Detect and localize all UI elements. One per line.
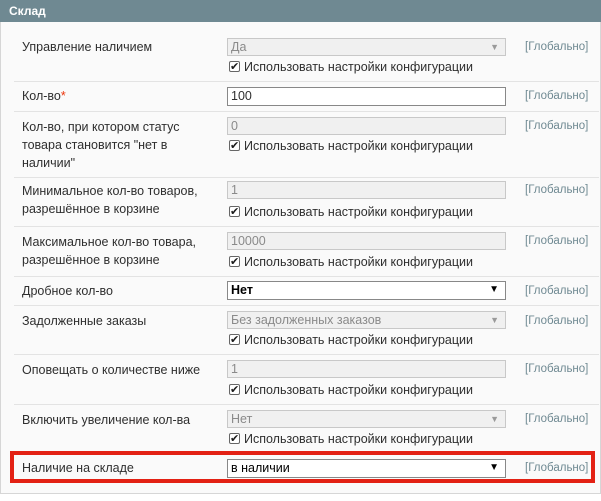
qty-label: Кол-во*	[22, 87, 212, 105]
chevron-down-icon: ▼	[490, 315, 499, 325]
qty-increments-value: Нет	[231, 412, 253, 426]
manage-stock-label: Управление наличием	[22, 40, 153, 54]
use-config-label: Использовать настройки конфигурации	[244, 383, 473, 397]
out-of-stock-threshold-scope: [Глобально]	[525, 120, 589, 132]
notify-qty-label: Оповещать о количестве ниже	[22, 363, 201, 377]
checkbox-checked-icon[interactable]	[229, 431, 240, 447]
use-config-label: Использовать настройки конфигурации	[244, 255, 473, 269]
stock-status-select[interactable]: в наличии ▼	[227, 459, 506, 478]
qty-scope: [Глобально]	[525, 90, 589, 102]
checkbox-checked-icon[interactable]	[229, 138, 240, 154]
backorders-value: Без задолженных заказов	[231, 313, 382, 327]
chevron-down-icon: ▼	[489, 284, 499, 295]
max-sale-qty-scope: [Глобально]	[525, 235, 589, 247]
notify-qty-use-config[interactable]: Использовать настройки конфигурации	[229, 382, 473, 398]
qty-increments-use-config[interactable]: Использовать настройки конфигурации	[229, 431, 473, 447]
chevron-down-icon: ▼	[489, 462, 499, 473]
min-sale-qty-input[interactable]: 1	[227, 181, 506, 199]
divider	[14, 226, 599, 227]
required-mark: *	[60, 89, 66, 103]
divider	[14, 111, 599, 112]
divider	[14, 404, 599, 405]
out-of-stock-threshold-use-config[interactable]: Использовать настройки конфигурации	[229, 138, 473, 154]
qty-label-text: Кол-во	[22, 89, 61, 103]
checkbox-checked-icon[interactable]	[229, 59, 240, 75]
qty-decimal-scope: [Глобально]	[525, 285, 589, 297]
use-config-label: Использовать настройки конфигурации	[244, 139, 473, 153]
use-config-label: Использовать настройки конфигурации	[244, 60, 473, 74]
checkbox-checked-icon[interactable]	[229, 204, 240, 220]
checkbox-checked-icon[interactable]	[229, 382, 240, 398]
max-sale-qty-value: 10000	[231, 234, 266, 248]
checkbox-checked-icon[interactable]	[229, 254, 240, 270]
manage-stock-scope: [Глобально]	[525, 41, 589, 53]
max-sale-qty-input[interactable]: 10000	[227, 232, 506, 250]
qty-increments-label: Включить увеличение кол-ва	[22, 413, 191, 427]
stock-status-value: в наличии	[231, 461, 290, 475]
manage-stock-value: Да	[231, 40, 247, 54]
panel-title: Склад	[0, 0, 601, 22]
backorders-scope: [Глобально]	[525, 315, 589, 327]
out-of-stock-threshold-label: Кол-во, при котором статус товара станов…	[22, 120, 180, 170]
notify-qty-input[interactable]: 1	[227, 360, 506, 378]
chevron-down-icon: ▼	[490, 42, 499, 52]
min-sale-qty-scope: [Глобально]	[525, 184, 589, 196]
backorders-label: Задолженные заказы	[22, 314, 147, 328]
use-config-label: Использовать настройки конфигурации	[244, 432, 473, 446]
qty-input[interactable]: 100	[227, 87, 506, 106]
qty-increments-select[interactable]: Нет ▼	[227, 410, 506, 428]
min-sale-qty-use-config[interactable]: Использовать настройки конфигурации	[229, 204, 473, 220]
manage-stock-use-config[interactable]: Использовать настройки конфигурации	[229, 59, 473, 75]
chevron-down-icon: ▼	[490, 414, 499, 424]
out-of-stock-threshold-input[interactable]: 0	[227, 117, 506, 135]
use-config-label: Использовать настройки конфигурации	[244, 205, 473, 219]
notify-qty-value: 1	[231, 362, 238, 376]
divider	[14, 305, 599, 306]
min-sale-qty-label: Минимальное кол-во товаров, разрешённое …	[22, 184, 198, 216]
qty-decimal-select[interactable]: Нет ▼	[227, 281, 506, 300]
qty-decimal-label: Дробное кол-во	[22, 284, 114, 298]
qty-decimal-value: Нет	[231, 283, 253, 297]
divider	[14, 354, 599, 355]
backorders-select[interactable]: Без задолженных заказов ▼	[227, 311, 506, 329]
notify-qty-scope: [Глобально]	[525, 363, 589, 375]
use-config-label: Использовать настройки конфигурации	[244, 333, 473, 347]
stock-status-scope: [Глобально]	[525, 462, 589, 474]
max-sale-qty-use-config[interactable]: Использовать настройки конфигурации	[229, 254, 473, 270]
checkbox-checked-icon[interactable]	[229, 332, 240, 348]
qty-increments-scope: [Глобально]	[525, 413, 589, 425]
divider	[14, 177, 599, 178]
out-of-stock-threshold-value: 0	[231, 119, 238, 133]
backorders-use-config[interactable]: Использовать настройки конфигурации	[229, 332, 473, 348]
stock-status-label: Наличие на складе	[22, 461, 134, 475]
divider	[14, 81, 599, 82]
qty-value: 100	[231, 89, 252, 103]
divider	[14, 276, 599, 277]
manage-stock-select[interactable]: Да ▼	[227, 38, 506, 56]
max-sale-qty-label: Максимальное кол-во товара, разрешённое …	[22, 235, 197, 267]
min-sale-qty-value: 1	[231, 183, 238, 197]
